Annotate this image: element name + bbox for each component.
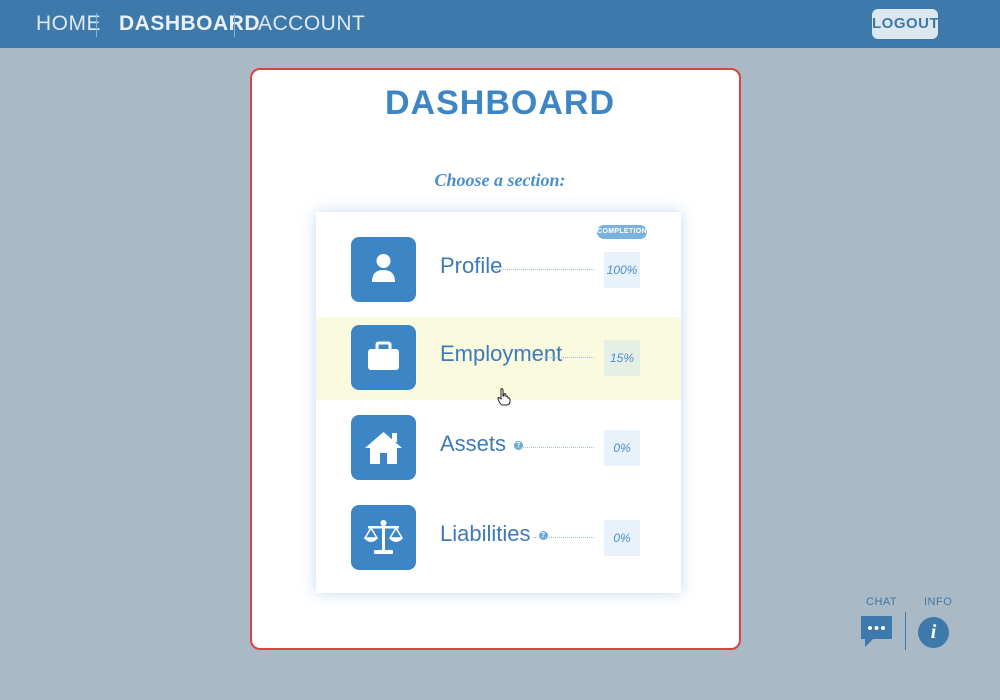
completion-percent: 15% [604,340,640,376]
section-row-profile[interactable]: Profile 100% [316,229,681,312]
help-icon[interactable]: ? [514,440,524,450]
section-label: Assets? [440,431,524,457]
info-icon: i [930,621,937,643]
nav-dashboard[interactable]: DASHBOARD [119,0,260,48]
widget-divider [905,612,906,650]
completion-percent: 100% [604,252,640,288]
briefcase-icon [351,325,416,390]
hand-cursor-icon [497,388,511,411]
nav-home[interactable]: HOME [36,0,101,48]
scales-icon [351,505,416,570]
section-label-text: Liabilities [440,521,531,546]
chat-button[interactable] [861,616,893,648]
nav-divider [96,13,97,37]
info-button[interactable]: i [918,617,949,648]
section-label: Profile [440,253,503,278]
dotted-leader [514,447,594,448]
help-icon[interactable]: ? [538,530,548,540]
nav-account[interactable]: ACCOUNT [258,0,365,48]
nav-divider [234,13,235,37]
completion-percent: 0% [604,430,640,466]
page-title: DASHBOARD [385,84,615,122]
completion-percent: 0% [604,520,640,556]
section-label: Employment [440,341,563,366]
section-row-assets[interactable]: Assets? 0% [316,407,681,490]
section-prompt: Choose a section: [434,170,566,190]
person-icon [351,237,416,302]
top-nav-bar: HOME DASHBOARD ACCOUNT LOGOUT [0,0,1000,48]
logout-button[interactable]: LOGOUT [872,9,939,39]
dotted-leader [496,269,594,270]
section-label-text: Assets [440,431,507,456]
chat-bubble-icon [861,616,892,647]
dotted-leader [534,537,594,538]
section-row-liabilities[interactable]: Liabilities? 0% [316,497,681,580]
dotted-leader [544,357,594,358]
info-label: INFO [924,596,953,608]
chat-label: CHAT [866,596,898,608]
section-label: Liabilities? [440,521,548,547]
house-icon [351,415,416,480]
